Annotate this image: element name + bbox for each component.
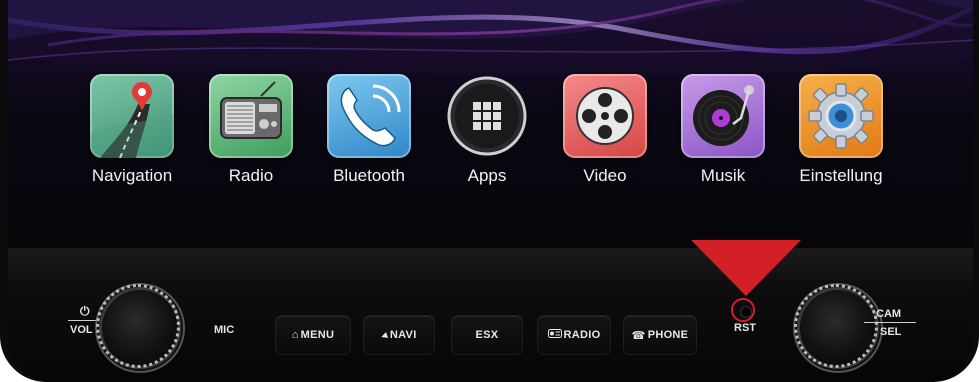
radio-small-icon bbox=[547, 329, 562, 341]
navi-label: NAVI bbox=[389, 329, 417, 341]
red-pointer-arrow bbox=[691, 240, 801, 296]
app-bluetooth[interactable]: Bluetooth bbox=[319, 74, 419, 186]
home-icon: ⌂ bbox=[291, 329, 299, 341]
power-icon: ⏻ bbox=[80, 304, 90, 318]
app-label-bluetooth: Bluetooth bbox=[333, 166, 405, 185]
turntable-icon bbox=[681, 74, 765, 158]
radio-button[interactable]: RADIO bbox=[538, 316, 610, 354]
film-reel-icon bbox=[563, 74, 647, 158]
app-label-radio: Radio bbox=[228, 166, 274, 185]
app-radio[interactable]: Radio bbox=[201, 74, 301, 186]
app-musik[interactable]: Musik bbox=[673, 74, 773, 186]
cam-divider bbox=[864, 322, 916, 323]
app-navigation[interactable]: Navigation bbox=[82, 74, 182, 186]
cam-select-knob[interactable] bbox=[794, 284, 878, 368]
esx-label: ESX bbox=[475, 329, 499, 341]
app-label-einstellung: Einstellung bbox=[799, 166, 883, 185]
radio-label: RADIO bbox=[563, 329, 601, 341]
menu-label: MENU bbox=[300, 329, 335, 341]
phone-button[interactable]: ☎ PHONE bbox=[624, 316, 696, 354]
app-label-video: Video bbox=[583, 166, 627, 185]
gear-settings-icon bbox=[799, 74, 883, 158]
mic-label: MIC bbox=[214, 324, 235, 336]
app-video[interactable]: Video bbox=[555, 74, 655, 186]
menu-button[interactable]: ⌂ MENU bbox=[276, 316, 350, 354]
navi-button[interactable]: ◀ NAVI bbox=[364, 316, 434, 354]
volume-power-knob[interactable] bbox=[96, 284, 180, 368]
rst-label: RST bbox=[734, 322, 756, 334]
navigation-map-pin-icon bbox=[90, 74, 174, 158]
app-label-musik: Musik bbox=[700, 166, 746, 185]
app-einstellung[interactable]: Einstellung bbox=[791, 74, 891, 186]
esx-button[interactable]: ESX bbox=[452, 316, 522, 354]
touchscreen-display: Navigation Radio Bluetooth Apps Video Mu… bbox=[8, 0, 973, 248]
phone-bluetooth-icon bbox=[327, 74, 411, 158]
phone-label: PHONE bbox=[647, 329, 689, 341]
app-label-apps: Apps bbox=[467, 166, 507, 185]
sel-label: SEL bbox=[880, 326, 902, 338]
car-head-unit: Navigation Radio Bluetooth Apps Video Mu… bbox=[0, 0, 979, 382]
vol-label: VOL bbox=[70, 324, 93, 336]
radio-icon bbox=[209, 74, 293, 158]
app-label-navigation: Navigation bbox=[91, 166, 173, 185]
app-apps[interactable]: Apps bbox=[437, 74, 537, 186]
reset-highlight-circle bbox=[731, 298, 755, 322]
phone-icon: ☎ bbox=[631, 329, 646, 342]
navigation-arrow-icon: ◀ bbox=[380, 329, 390, 341]
cam-label: CAM bbox=[876, 308, 902, 320]
apps-grid-icon bbox=[445, 74, 529, 158]
